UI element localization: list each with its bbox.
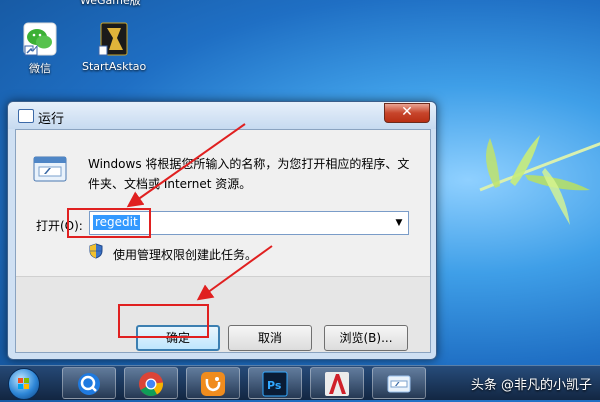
cancel-button[interactable]: 取消 bbox=[228, 325, 312, 351]
desktop-icon-wechat[interactable]: 微信 bbox=[8, 22, 72, 76]
run-title-icon bbox=[18, 109, 34, 123]
desktop-icon-label: StartAsktao bbox=[82, 60, 147, 73]
taskbar-app-run[interactable] bbox=[372, 367, 426, 399]
dialog-title: 运行 bbox=[38, 112, 65, 127]
desktop-icon-startasktao[interactable]: StartAsktao bbox=[82, 22, 146, 73]
browse-button[interactable]: 浏览(B)... bbox=[324, 325, 408, 351]
asktao-game-icon bbox=[97, 22, 131, 56]
chrome-icon bbox=[139, 372, 163, 397]
close-button[interactable]: ✕ bbox=[384, 103, 430, 123]
uc-browser-icon bbox=[201, 372, 225, 396]
dialog-titlebar[interactable]: 运行 ✕ bbox=[8, 102, 436, 129]
desktop-icon-label-cut: WeGame版 bbox=[80, 0, 141, 7]
search-app-icon bbox=[78, 373, 100, 395]
taskbar-app-uc[interactable] bbox=[186, 367, 240, 399]
bamboo-wallpaper-branch bbox=[479, 135, 600, 225]
start-button[interactable] bbox=[8, 368, 40, 400]
dialog-body: Windows 将根据您所输入的名称，为您打开相应的程序、文件夹、文档或 Int… bbox=[15, 129, 431, 353]
svg-text:Ps: Ps bbox=[267, 379, 282, 392]
admin-note: 使用管理权限创建此任务。 bbox=[113, 248, 258, 262]
uac-shield-icon bbox=[89, 243, 103, 259]
windows-logo-icon bbox=[18, 378, 29, 389]
run-program-icon bbox=[33, 156, 67, 182]
photoshop-icon: Ps bbox=[262, 371, 288, 397]
taskbar: Ps 头条 @非凡的小凯子 bbox=[0, 365, 600, 400]
desktop-icon-label: 微信 bbox=[29, 62, 51, 75]
run-window-icon bbox=[387, 375, 411, 393]
watermark: 头条 @非凡的小凯子 bbox=[470, 378, 592, 393]
chevron-down-icon[interactable]: ▼ bbox=[392, 215, 406, 231]
wechat-icon bbox=[23, 22, 57, 56]
taskbar-app-search[interactable] bbox=[62, 367, 116, 399]
run-description: Windows 将根据您所输入的名称，为您打开相应的程序、文件夹、文档或 Int… bbox=[88, 157, 410, 191]
autocad-icon bbox=[325, 372, 349, 396]
taskbar-app-chrome[interactable] bbox=[124, 367, 178, 399]
taskbar-app-autocad[interactable] bbox=[310, 367, 364, 399]
annotation-box-open-field bbox=[67, 208, 151, 238]
annotation-box-ok-button bbox=[118, 304, 209, 338]
taskbar-app-photoshop[interactable]: Ps bbox=[248, 367, 302, 399]
